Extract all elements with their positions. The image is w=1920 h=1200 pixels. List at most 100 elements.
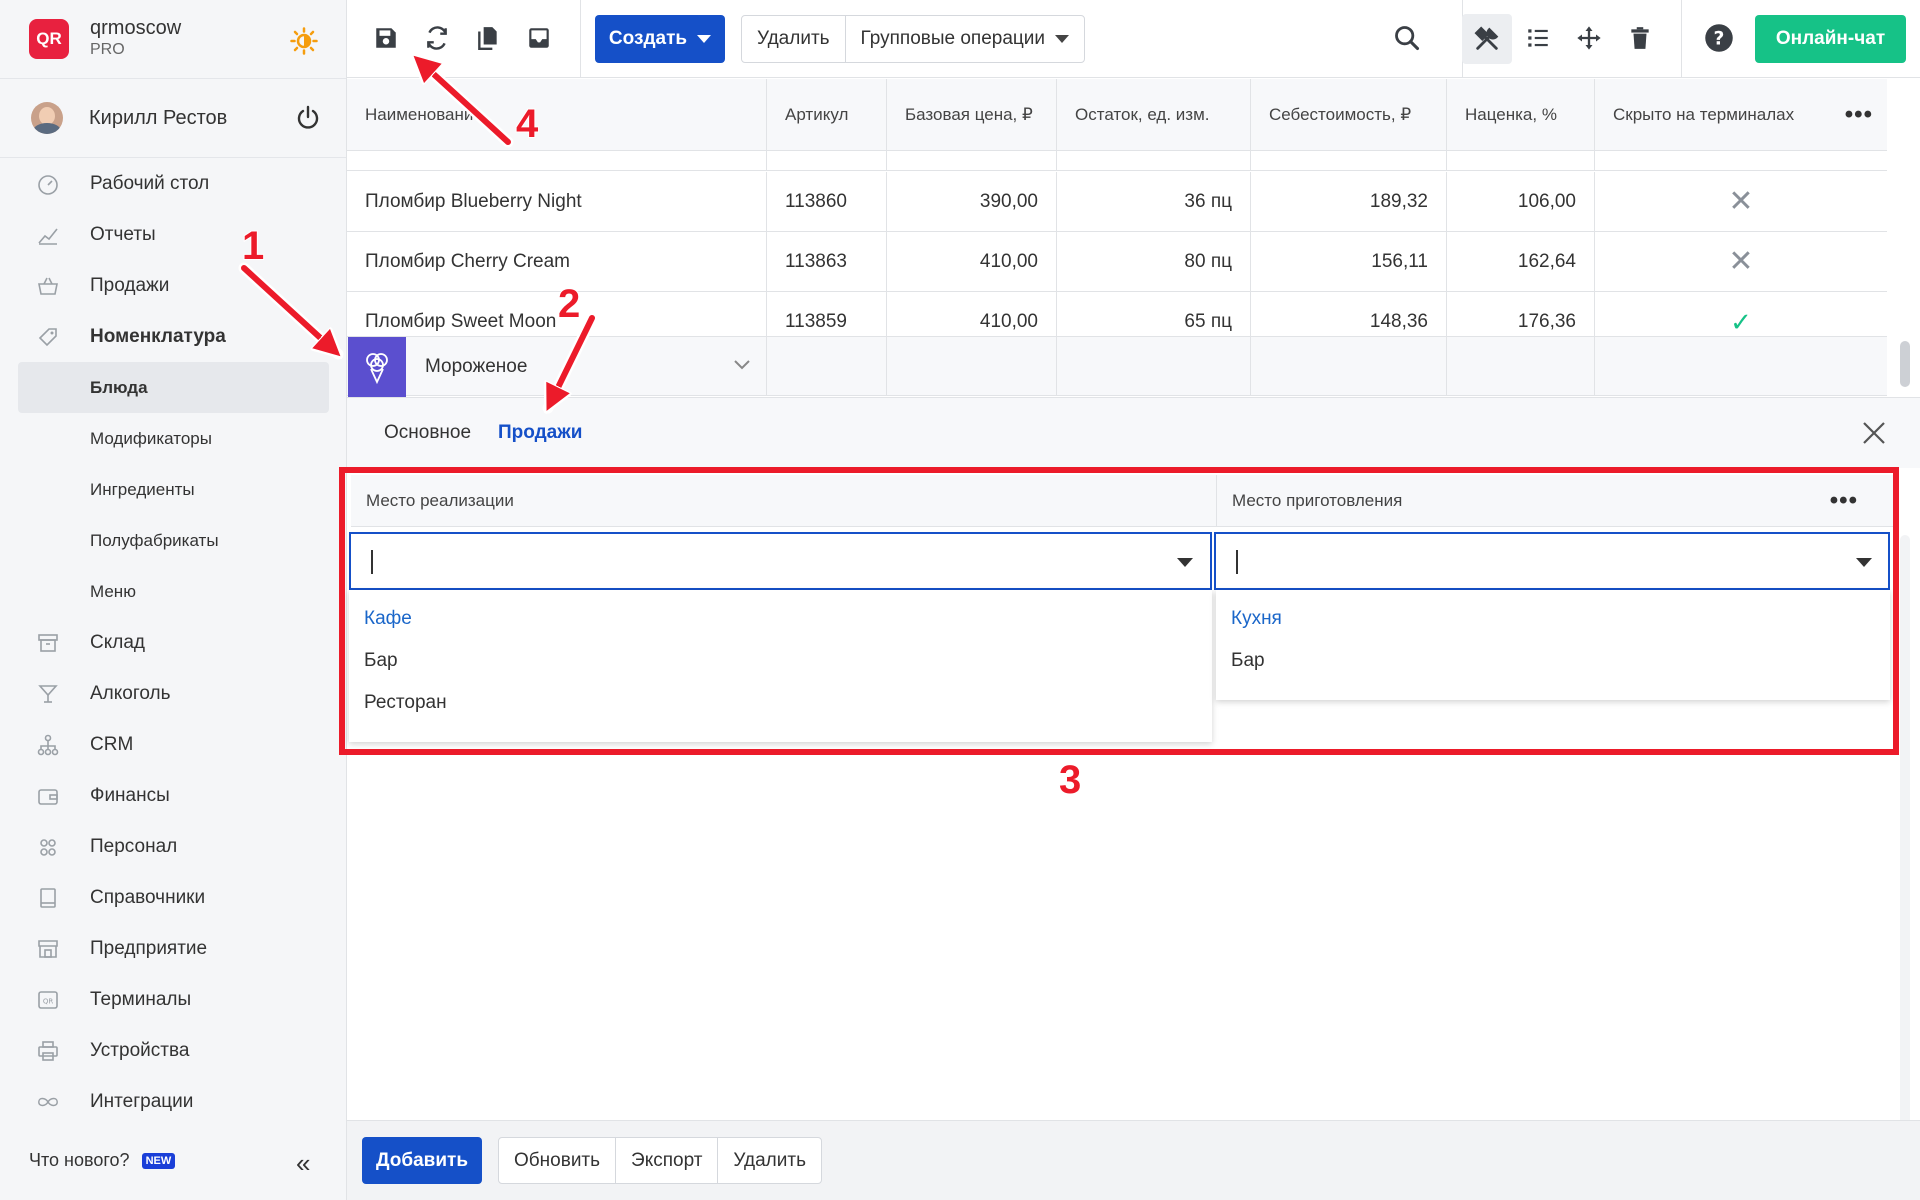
- store-icon: [36, 937, 60, 961]
- refresh-button[interactable]: [418, 19, 456, 57]
- tab-main[interactable]: Основное: [384, 422, 471, 444]
- cell-price: 410,00: [887, 232, 1057, 291]
- column-header-hidden[interactable]: Скрыто на терминалах •••: [1595, 79, 1887, 150]
- footer-actions: Добавить Обновить Экспорт Удалить: [347, 1120, 1920, 1200]
- more-icon[interactable]: •••: [1845, 102, 1873, 126]
- list-view-button[interactable]: [1519, 19, 1557, 57]
- create-label: Создать: [608, 28, 688, 49]
- group-operations-button[interactable]: Групповые операции: [844, 16, 1084, 62]
- refresh-list-button[interactable]: Обновить: [499, 1138, 615, 1183]
- cell-cost: 156,11: [1251, 232, 1447, 291]
- move-icon: [1577, 26, 1601, 50]
- cell-sku: 113860: [767, 172, 887, 231]
- cell-price: 390,00: [887, 172, 1057, 231]
- trash-button[interactable]: [1621, 19, 1659, 57]
- column-header-cost[interactable]: Себестоимость, ₽: [1251, 79, 1447, 150]
- help-button[interactable]: ?: [1700, 19, 1738, 57]
- search-button[interactable]: [1388, 19, 1426, 57]
- close-icon[interactable]: [1861, 420, 1887, 446]
- cross-icon: ✕: [1728, 185, 1754, 218]
- sidebar-item-crm[interactable]: CRM: [0, 719, 346, 770]
- copy-button[interactable]: [469, 19, 507, 57]
- collapse-sidebar-icon[interactable]: «: [296, 1150, 310, 1176]
- column-header-sku[interactable]: Артикул: [767, 79, 887, 150]
- sidebar-item-devices[interactable]: Устройства: [0, 1025, 346, 1076]
- caret-down-icon[interactable]: [1856, 558, 1872, 567]
- sidebar-item-references[interactable]: Справочники: [0, 872, 346, 923]
- hierarchy-icon: [36, 733, 60, 757]
- sidebar-item-terminals[interactable]: QR Терминалы: [0, 974, 346, 1025]
- sidebar-subitem-modifiers[interactable]: Модификаторы: [0, 413, 346, 464]
- column-header-name[interactable]: Наименование: [347, 79, 767, 150]
- sidebar-item-label: Интеграции: [90, 1090, 194, 1112]
- delete-footer-button[interactable]: Удалить: [717, 1138, 821, 1183]
- whats-new-link[interactable]: Что нового? NEW: [29, 1150, 176, 1171]
- user-name: Кирилл Рестов: [89, 106, 228, 129]
- column-header-prep-place[interactable]: Место приготовления •••: [1217, 475, 1898, 527]
- text-cursor: [371, 550, 373, 574]
- export-button[interactable]: Экспорт: [615, 1138, 717, 1183]
- tab-sales[interactable]: Продажи: [498, 422, 582, 444]
- svg-text:QR: QR: [43, 997, 54, 1005]
- sync-icon: [427, 26, 447, 50]
- sidebar-item-dashboard[interactable]: Рабочий стол: [0, 158, 346, 209]
- column-header-markup[interactable]: Наценка, %: [1447, 79, 1595, 150]
- delete-button[interactable]: Удалить: [742, 16, 845, 62]
- category-group-row[interactable]: Мороженое: [347, 336, 1887, 397]
- cell-hidden[interactable]: ✕: [1595, 172, 1887, 231]
- column-header-stock[interactable]: Остаток, ед. изм.: [1057, 79, 1251, 150]
- caret-down-icon[interactable]: [1177, 558, 1193, 567]
- sidebar-item-sales[interactable]: Продажи: [0, 260, 346, 311]
- sidebar-item-enterprise[interactable]: Предприятие: [0, 923, 346, 974]
- annotation-number-2: 2: [557, 281, 581, 327]
- sidebar-subitem-dishes[interactable]: Блюда: [18, 362, 329, 413]
- sidebar-subitem-menu[interactable]: Меню: [0, 566, 346, 617]
- places-header: Место реализации Место приготовления •••: [351, 475, 1898, 527]
- brand-plan: PRO: [90, 41, 125, 58]
- option-restaurant[interactable]: Ресторан: [349, 682, 1212, 724]
- column-header-prep-place-label: Место приготовления: [1232, 491, 1403, 510]
- power-icon[interactable]: [296, 105, 320, 131]
- whats-new-label: Что нового?: [29, 1150, 130, 1170]
- chevron-down-icon[interactable]: [731, 353, 753, 375]
- sidebar-item-alcohol[interactable]: Алкоголь: [0, 668, 346, 719]
- sidebar-item-reports[interactable]: Отчеты: [0, 209, 346, 260]
- sidebar-item-finance[interactable]: Финансы: [0, 770, 346, 821]
- sun-icon[interactable]: [290, 27, 318, 55]
- online-chat-button[interactable]: Онлайн-чат: [1755, 15, 1906, 63]
- cross-icon: ✕: [1728, 245, 1754, 278]
- option-kitchen[interactable]: Кухня: [1216, 598, 1890, 640]
- move-button[interactable]: [1570, 19, 1608, 57]
- sidebar-subitem-ingredients[interactable]: Ингредиенты: [0, 464, 346, 515]
- sidebar-subitem-semifinished[interactable]: Полуфабрикаты: [0, 515, 346, 566]
- create-button[interactable]: Создать: [595, 15, 725, 63]
- option-bar[interactable]: Бар: [349, 640, 1212, 682]
- table-row[interactable]: Пломбир Blueberry Night 113860 390,00 36…: [347, 172, 1887, 232]
- cell-hidden[interactable]: ✕: [1595, 232, 1887, 291]
- cell-name: Пломбир Cherry Cream: [347, 232, 767, 291]
- sidebar-item-staff[interactable]: Персонал: [0, 821, 346, 872]
- table-cell: [767, 337, 887, 395]
- annotation-number-1: 1: [241, 223, 265, 269]
- sidebar-item-integrations[interactable]: Интеграции: [0, 1076, 346, 1127]
- prep-place-select[interactable]: [1214, 532, 1890, 590]
- tag-icon: [36, 325, 60, 349]
- table-scrollbar[interactable]: [1900, 341, 1910, 387]
- sidebar-item-nomenclature[interactable]: Номенклатура: [0, 311, 346, 362]
- svg-text:?: ?: [1714, 28, 1725, 49]
- user-profile[interactable]: Кирилл Рестов: [0, 78, 346, 158]
- column-header-price[interactable]: Базовая цена, ₽: [887, 79, 1057, 150]
- sidebar-item-warehouse[interactable]: Склад: [0, 617, 346, 668]
- tools-button[interactable]: [1462, 14, 1512, 64]
- more-icon[interactable]: •••: [1830, 489, 1858, 513]
- save-button[interactable]: [367, 19, 405, 57]
- table-header: Наименование Артикул Базовая цена, ₽ Ост…: [347, 79, 1887, 151]
- sale-place-select[interactable]: [349, 532, 1212, 590]
- add-button[interactable]: Добавить: [362, 1137, 482, 1184]
- column-header-sale-place[interactable]: Место реализации: [351, 475, 1217, 527]
- inbox-button[interactable]: [520, 19, 558, 57]
- sidebar-item-label: Рабочий стол: [90, 172, 210, 194]
- detail-scrollbar[interactable]: [1900, 535, 1910, 1125]
- option-bar[interactable]: Бар: [1216, 640, 1890, 682]
- option-cafe[interactable]: Кафе: [349, 598, 1212, 640]
